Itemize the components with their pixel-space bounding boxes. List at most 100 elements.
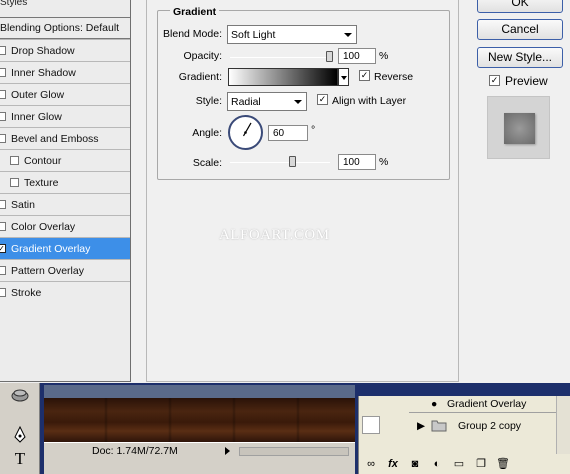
- style-checkbox[interactable]: [0, 68, 6, 77]
- style-checkbox[interactable]: [0, 222, 6, 231]
- status-menu-arrow-icon[interactable]: [225, 447, 230, 455]
- scale-percent-unit: %: [379, 156, 389, 168]
- style-checkbox[interactable]: [0, 266, 6, 275]
- eye-icon: ●: [431, 398, 438, 410]
- styles-header: Styles: [0, 0, 28, 8]
- style-item-inner-shadow[interactable]: Inner Shadow: [0, 61, 130, 83]
- new-style-button[interactable]: New Style...: [477, 47, 563, 68]
- chevron-down-icon: [344, 33, 352, 37]
- check-icon: ✓: [318, 94, 327, 104]
- style-item-label: Contour: [24, 154, 62, 167]
- style-checkbox[interactable]: [0, 46, 6, 55]
- style-item-gradient-overlay[interactable]: ✓ Gradient Overlay: [0, 237, 130, 259]
- style-checkbox[interactable]: [10, 178, 19, 187]
- layer-visibility-box[interactable]: [362, 416, 380, 434]
- style-item-color-overlay[interactable]: Color Overlay: [0, 215, 130, 237]
- scale-label: Scale:: [192, 157, 222, 169]
- gradient-group-title: Gradient: [170, 6, 220, 18]
- style-checkbox[interactable]: [0, 112, 6, 121]
- check-icon: ✓: [360, 70, 369, 80]
- stamp-tool-icon[interactable]: [10, 385, 30, 405]
- check-icon: ✓: [490, 75, 499, 85]
- doc-size-status: Doc: 1.74M/72.7M: [92, 445, 178, 457]
- watermark-text: ALFOART.COM: [219, 227, 330, 243]
- gradient-picker[interactable]: [228, 68, 338, 86]
- mask-icon[interactable]: ◙: [407, 457, 423, 471]
- reverse-checkbox[interactable]: ✓: [359, 70, 370, 81]
- folder-icon[interactable]: ▭: [451, 457, 467, 471]
- style-checkbox[interactable]: [10, 156, 19, 165]
- style-checkbox[interactable]: [0, 90, 6, 99]
- layer-effect-row[interactable]: ● Gradient Overlay: [431, 398, 527, 416]
- blending-options-item[interactable]: Blending Options: Default: [0, 17, 130, 39]
- scale-field[interactable]: 100: [338, 154, 376, 170]
- style-item-label: Stroke: [11, 286, 42, 299]
- style-item-label: Inner Glow: [11, 110, 62, 123]
- style-label: Style:: [195, 95, 222, 107]
- status-bar-lower: [44, 459, 355, 474]
- style-item-pattern-overlay[interactable]: Pattern Overlay: [0, 259, 130, 281]
- blend-mode-value: Soft Light: [231, 29, 276, 41]
- fx-icon[interactable]: fx: [385, 457, 401, 471]
- preview-swatch: [487, 96, 550, 159]
- expand-arrow-icon[interactable]: ▶: [417, 420, 425, 432]
- tools-panel: T: [0, 383, 40, 474]
- blend-mode-label: Blend Mode:: [163, 28, 222, 40]
- adjustment-icon[interactable]: ◐: [429, 457, 445, 471]
- folder-icon: [431, 418, 447, 435]
- style-item-bevel-and-emboss[interactable]: Bevel and Emboss: [0, 127, 130, 149]
- style-item-label: Inner Shadow: [11, 66, 76, 79]
- style-checkbox[interactable]: ✓: [0, 244, 6, 253]
- new-layer-icon[interactable]: ❐: [473, 457, 489, 471]
- type-tool-icon[interactable]: T: [10, 449, 30, 469]
- style-item-stroke[interactable]: Stroke: [0, 281, 130, 303]
- style-item-satin[interactable]: Satin: [0, 193, 130, 215]
- cancel-button[interactable]: Cancel: [477, 19, 563, 40]
- blend-mode-select[interactable]: Soft Light: [227, 25, 357, 44]
- angle-dial[interactable]: [228, 115, 263, 150]
- link-icon[interactable]: ∞: [363, 457, 379, 471]
- opacity-slider-thumb[interactable]: [326, 51, 333, 62]
- layer-separator: [409, 412, 559, 413]
- style-item-label: Texture: [24, 176, 59, 189]
- align-with-layer-checkbox[interactable]: ✓: [317, 94, 328, 105]
- style-item-drop-shadow[interactable]: Drop Shadow: [0, 39, 130, 61]
- trash-icon[interactable]: 🗑: [495, 457, 511, 471]
- style-value: Radial: [231, 96, 261, 108]
- opacity-percent-unit: %: [379, 50, 389, 62]
- scale-slider-thumb[interactable]: [289, 156, 296, 167]
- preview-label: Preview: [505, 74, 548, 88]
- style-item-texture[interactable]: Texture: [0, 171, 130, 193]
- angle-label: Angle:: [192, 127, 222, 139]
- pen-tool-icon[interactable]: [10, 425, 30, 445]
- blending-options-label: Blending Options: Default: [0, 22, 120, 34]
- scale-slider-track[interactable]: [230, 162, 330, 163]
- style-item-contour[interactable]: Contour: [0, 149, 130, 171]
- preview-thumbnail: [504, 113, 535, 144]
- style-checkbox[interactable]: [0, 134, 6, 143]
- style-item-label: Drop Shadow: [11, 44, 75, 57]
- align-with-layer-label: Align with Layer: [332, 95, 407, 107]
- reverse-label: Reverse: [374, 71, 414, 83]
- style-checkbox[interactable]: [0, 288, 6, 297]
- horizontal-scrollbar[interactable]: [239, 447, 349, 456]
- style-item-inner-glow[interactable]: Inner Glow: [0, 105, 130, 127]
- gradient-dropdown-button[interactable]: [338, 68, 349, 86]
- style-item-label: Color Overlay: [11, 220, 76, 233]
- opacity-slider-track[interactable]: [230, 57, 330, 58]
- style-select[interactable]: Radial: [227, 92, 307, 111]
- style-checkbox[interactable]: [0, 200, 6, 209]
- document-canvas[interactable]: [44, 398, 355, 442]
- layers-panel: ● Gradient Overlay ▶ Group 2 copy ∞ fx ◙…: [358, 396, 570, 474]
- layers-scrollbar[interactable]: [556, 396, 570, 454]
- degree-unit: °: [311, 124, 316, 136]
- layer-effect-label: Gradient Overlay: [447, 398, 527, 410]
- layers-footer-toolbar: ∞ fx ◙ ◐ ▭ ❐ 🗑: [359, 454, 570, 474]
- style-item-outer-glow[interactable]: Outer Glow: [0, 83, 130, 105]
- angle-field[interactable]: 60: [268, 125, 308, 141]
- style-item-label: Outer Glow: [11, 88, 65, 101]
- layer-group-label: Group 2 copy: [458, 420, 522, 432]
- opacity-field[interactable]: 100: [338, 48, 376, 64]
- ok-button[interactable]: OK: [477, 0, 563, 13]
- preview-checkbox[interactable]: ✓: [489, 75, 500, 86]
